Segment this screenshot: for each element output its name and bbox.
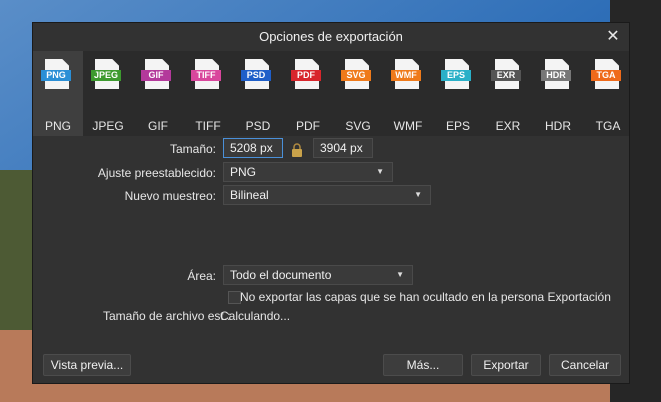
format-png[interactable]: PNG PNG	[33, 51, 83, 136]
lock-icon[interactable]	[291, 143, 303, 157]
format-tga[interactable]: TGA TGA	[583, 51, 633, 136]
format-tag: PSD	[241, 70, 271, 81]
format-exr[interactable]: EXR EXR	[483, 51, 533, 136]
format-pdf[interactable]: PDF PDF	[283, 51, 333, 136]
chevron-down-icon: ▼	[376, 167, 384, 176]
preset-select[interactable]: PNG ▼	[223, 162, 393, 182]
area-label: Área:	[187, 269, 216, 283]
size-label: Tamaño:	[169, 142, 216, 156]
format-wmf[interactable]: WMF WMF	[383, 51, 433, 136]
resample-value: Bilineal	[230, 188, 269, 202]
format-label: SVG	[345, 119, 371, 133]
preset-value: PNG	[230, 165, 257, 179]
format-jpeg[interactable]: JPEG JPEG	[83, 51, 133, 136]
format-tag: HDR	[541, 70, 571, 81]
format-tiff[interactable]: TIFF TIFF	[183, 51, 233, 136]
area-select[interactable]: Todo el documento ▼	[223, 265, 413, 285]
cancel-button[interactable]: Cancelar	[549, 354, 621, 376]
format-psd[interactable]: PSD PSD	[233, 51, 283, 136]
format-svg[interactable]: SVG SVG	[333, 51, 383, 136]
format-tag: PDF	[291, 70, 321, 81]
format-label: WMF	[393, 119, 423, 133]
format-label: TGA	[595, 119, 621, 133]
format-label: PSD	[245, 119, 271, 133]
format-tag: EXR	[491, 70, 521, 81]
format-label: HDR	[545, 119, 571, 133]
area-value: Todo el documento	[230, 268, 332, 282]
format-label: GIF	[148, 119, 168, 133]
dialog-titlebar: Opciones de exportación ✕	[33, 23, 629, 51]
format-label: EPS	[445, 119, 470, 133]
format-label: PNG	[44, 119, 71, 133]
format-label: TIFF	[195, 119, 221, 133]
format-tag: SVG	[341, 70, 371, 81]
format-tag: PNG	[41, 70, 71, 81]
resample-label: Nuevo muestreo:	[124, 189, 216, 203]
resample-select[interactable]: Bilineal ▼	[223, 185, 431, 205]
file-size-value: Calculando...	[220, 309, 291, 323]
file-size-label: Tamaño de archivo est.:	[103, 309, 231, 323]
format-bar: PNG PNG JPEG JPEG GIF GIF TIFF TIFF PSD PSD PDF PDF…	[33, 51, 629, 136]
format-gif[interactable]: GIF GIF	[133, 51, 183, 136]
format-label: EXR	[495, 119, 521, 133]
format-tag: TGA	[591, 70, 621, 81]
dialog-title: Opciones de exportación	[259, 29, 403, 44]
export-dialog: Opciones de exportación ✕ PNG PNG JPEG JPEG…	[32, 22, 630, 384]
preview-button[interactable]: Vista previa...	[43, 354, 131, 376]
height-input[interactable]: 3904 px	[313, 138, 373, 158]
format-hdr[interactable]: HDR HDR	[533, 51, 583, 136]
format-label: JPEG	[92, 119, 124, 133]
format-tag: JPEG	[91, 70, 121, 81]
export-button[interactable]: Exportar	[471, 354, 541, 376]
hidden-layers-label: No exportar las capas que se han ocultad…	[240, 290, 611, 304]
format-tag: WMF	[391, 70, 421, 81]
format-tag: EPS	[441, 70, 471, 81]
format-tag: GIF	[141, 70, 171, 81]
more-button[interactable]: Más...	[383, 354, 463, 376]
close-icon[interactable]: ✕	[605, 23, 621, 51]
format-eps[interactable]: EPS EPS	[433, 51, 483, 136]
format-label: PDF	[296, 119, 320, 133]
chevron-down-icon: ▼	[396, 270, 404, 279]
chevron-down-icon: ▼	[414, 190, 422, 199]
format-tag: TIFF	[191, 70, 221, 81]
width-input[interactable]: 5208 px	[223, 138, 283, 158]
preset-label: Ajuste preestablecido:	[97, 166, 216, 180]
